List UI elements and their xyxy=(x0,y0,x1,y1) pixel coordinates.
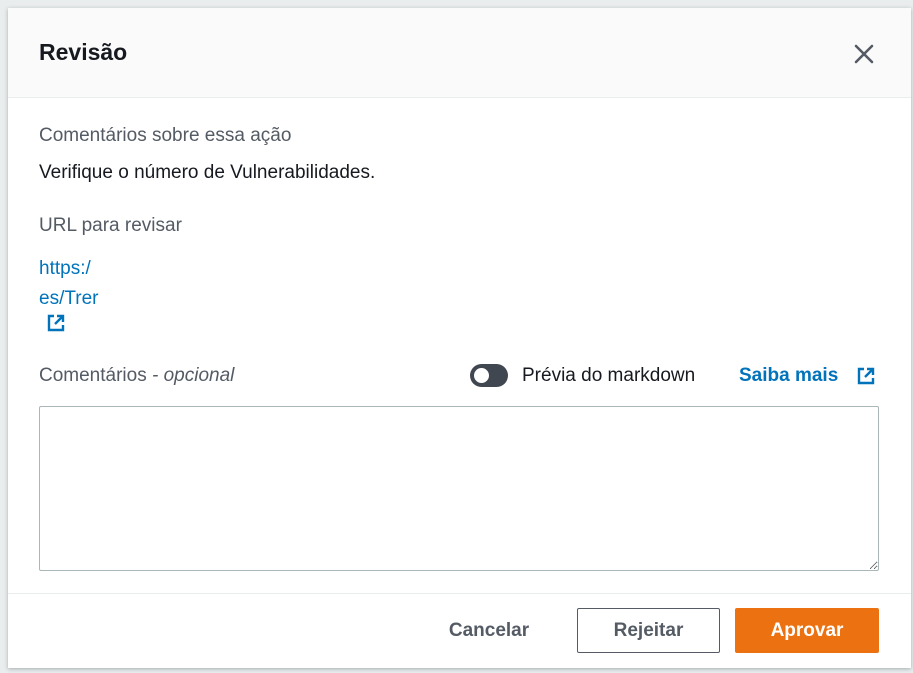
modal-title: Revisão xyxy=(39,39,128,65)
footer-divider xyxy=(8,593,911,594)
comments-about-action-value: Verifique o número de Vulnerabilidades. xyxy=(39,162,376,183)
review-modal: Revisão Comentários sobre essa ação Veri… xyxy=(8,8,911,668)
external-link-icon[interactable] xyxy=(856,366,876,386)
comments-about-action-label: Comentários sobre essa ação xyxy=(39,125,292,146)
markdown-preview-label: Prévia do markdown xyxy=(522,365,696,386)
close-icon[interactable] xyxy=(848,38,880,70)
toggle-knob xyxy=(474,368,489,383)
cancel-button[interactable]: Cancelar xyxy=(428,608,550,653)
optional-suffix: - opcional xyxy=(146,365,235,386)
comments-field-label: Comentários - opcional xyxy=(39,365,234,387)
approve-button[interactable]: Aprovar xyxy=(735,608,879,653)
external-link-icon[interactable] xyxy=(46,313,66,333)
comments-field-label-text: Comentários xyxy=(39,365,147,386)
reject-button[interactable]: Rejeitar xyxy=(577,608,720,653)
url-to-review-label: URL para revisar xyxy=(39,215,182,236)
learn-more-link[interactable]: Saiba mais xyxy=(739,365,838,387)
review-url-line-1[interactable]: https:/ xyxy=(39,254,105,284)
modal-header: Revisão xyxy=(8,8,911,98)
markdown-preview-toggle[interactable] xyxy=(470,364,508,387)
review-url-line-2[interactable]: es/Trer xyxy=(39,284,105,314)
comments-textarea[interactable] xyxy=(39,406,879,571)
